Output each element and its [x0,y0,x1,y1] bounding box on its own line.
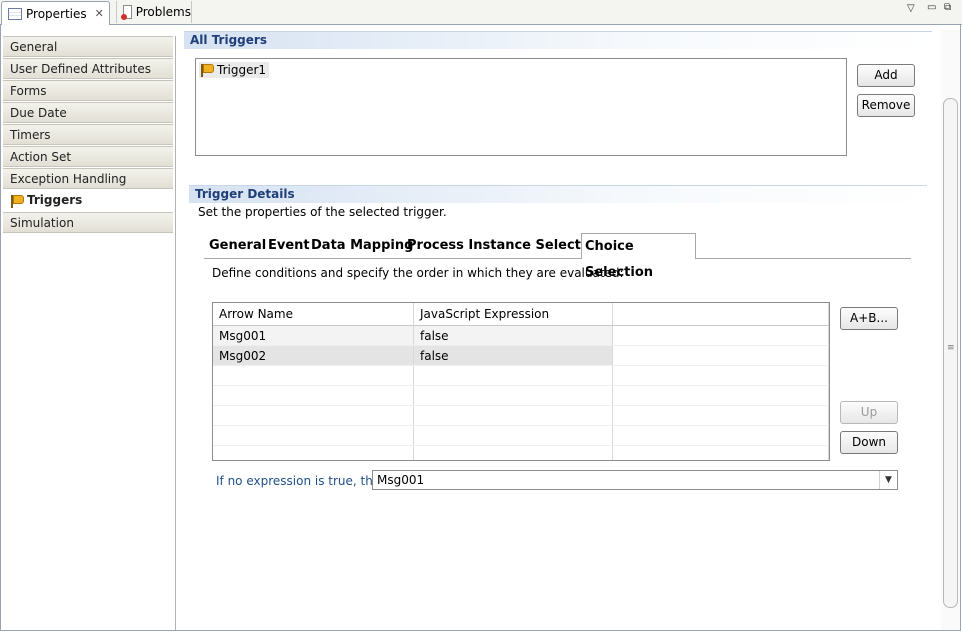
trigger-details-header: Trigger Details [189,185,927,203]
grip-icon: ≡ [947,343,955,353]
sidebar-item-general[interactable]: General [3,36,173,57]
tab-problems[interactable]: Problems [116,1,192,23]
sidebar-item-action-set[interactable]: Action Set [3,146,173,167]
sidebar-item-forms[interactable]: Forms [3,80,173,101]
chevron-down-icon[interactable]: ▼ [879,471,897,489]
cell-empty [612,345,829,366]
fallback-select[interactable]: Msg001 ▼ [372,470,898,490]
sidebar-item-user-defined-attributes[interactable]: User Defined Attributes [3,58,173,79]
move-down-button[interactable]: Down [840,431,898,454]
tab-properties[interactable]: Properties ✕ [1,1,110,25]
tab-choice-selection[interactable]: Choice Selection [581,233,696,280]
conditions-table[interactable]: Arrow Name JavaScript Expression Msg001 … [212,302,830,461]
properties-sidebar: General User Defined Attributes Forms Du… [3,36,176,630]
table-row[interactable]: Msg002 false [213,345,829,366]
sidebar-item-exception-handling[interactable]: Exception Handling [3,168,173,189]
tab-general[interactable]: General [206,233,269,259]
empty-row [213,385,829,406]
cell-arrow-name[interactable]: Msg002 [213,345,414,366]
sidebar-item-label: Triggers [27,193,83,207]
sidebar-item-due-date[interactable]: Due Date [3,102,173,123]
fallback-label: If no expression is true, then: [216,474,392,488]
choice-instructions: Define conditions and specify the order … [212,266,624,280]
empty-row [213,425,829,446]
tab-process-instance-selection[interactable]: Process Instance Selection [404,233,607,259]
add-trigger-button[interactable]: Add [857,64,915,87]
view-menu-icon[interactable]: ▽ [907,3,915,14]
sidebar-item-triggers[interactable]: Triggers [3,190,173,211]
sidebar-item-simulation[interactable]: Simulation [3,212,173,233]
empty-row [213,405,829,426]
trigger-flag-icon [199,63,214,77]
triggers-list[interactable]: Trigger1 [195,58,847,156]
column-header-arrow-name[interactable]: Arrow Name [213,303,414,326]
remove-trigger-button[interactable]: Remove [857,94,915,117]
cell-arrow-name[interactable]: Msg001 [213,325,414,346]
view-tab-bar: Properties ✕ Problems ▽ ▭ ⧉ [0,0,962,25]
cell-expression[interactable]: false [413,345,613,366]
tab-properties-label: Properties [26,6,87,21]
maximize-icon[interactable]: ⧉ [944,2,951,13]
tab-data-mapping[interactable]: Data Mapping [308,233,416,259]
empty-row [213,365,829,386]
empty-row [213,445,829,460]
conditions-grid: Arrow Name JavaScript Expression Msg001 … [213,303,829,460]
cell-expression[interactable]: false [413,325,613,346]
trigger-name: Trigger1 [217,63,267,77]
fallback-select-value: Msg001 [377,473,425,487]
move-up-button[interactable]: Up [840,401,898,424]
list-item[interactable]: Trigger1 [199,62,270,78]
problems-icon [121,5,132,20]
column-header-empty [612,303,829,326]
all-triggers-header: All Triggers [184,31,932,49]
tab-event[interactable]: Event [265,233,313,259]
sidebar-item-timers[interactable]: Timers [3,124,173,145]
tab-problems-label: Problems [135,5,191,19]
expression-editor-button[interactable]: A+B... [840,307,898,330]
close-icon[interactable]: ✕ [95,7,104,20]
vertical-scrollbar-thumb[interactable]: ≡ [943,98,958,608]
trigger-details-description: Set the properties of the selected trigg… [198,205,447,219]
column-header-javascript-expression[interactable]: JavaScript Expression [413,303,613,326]
properties-icon [8,7,22,20]
minimize-icon[interactable]: ▭ [927,2,936,13]
cell-empty [612,325,829,346]
table-row[interactable]: Msg001 false [213,325,829,346]
trigger-flag-icon [9,194,24,208]
